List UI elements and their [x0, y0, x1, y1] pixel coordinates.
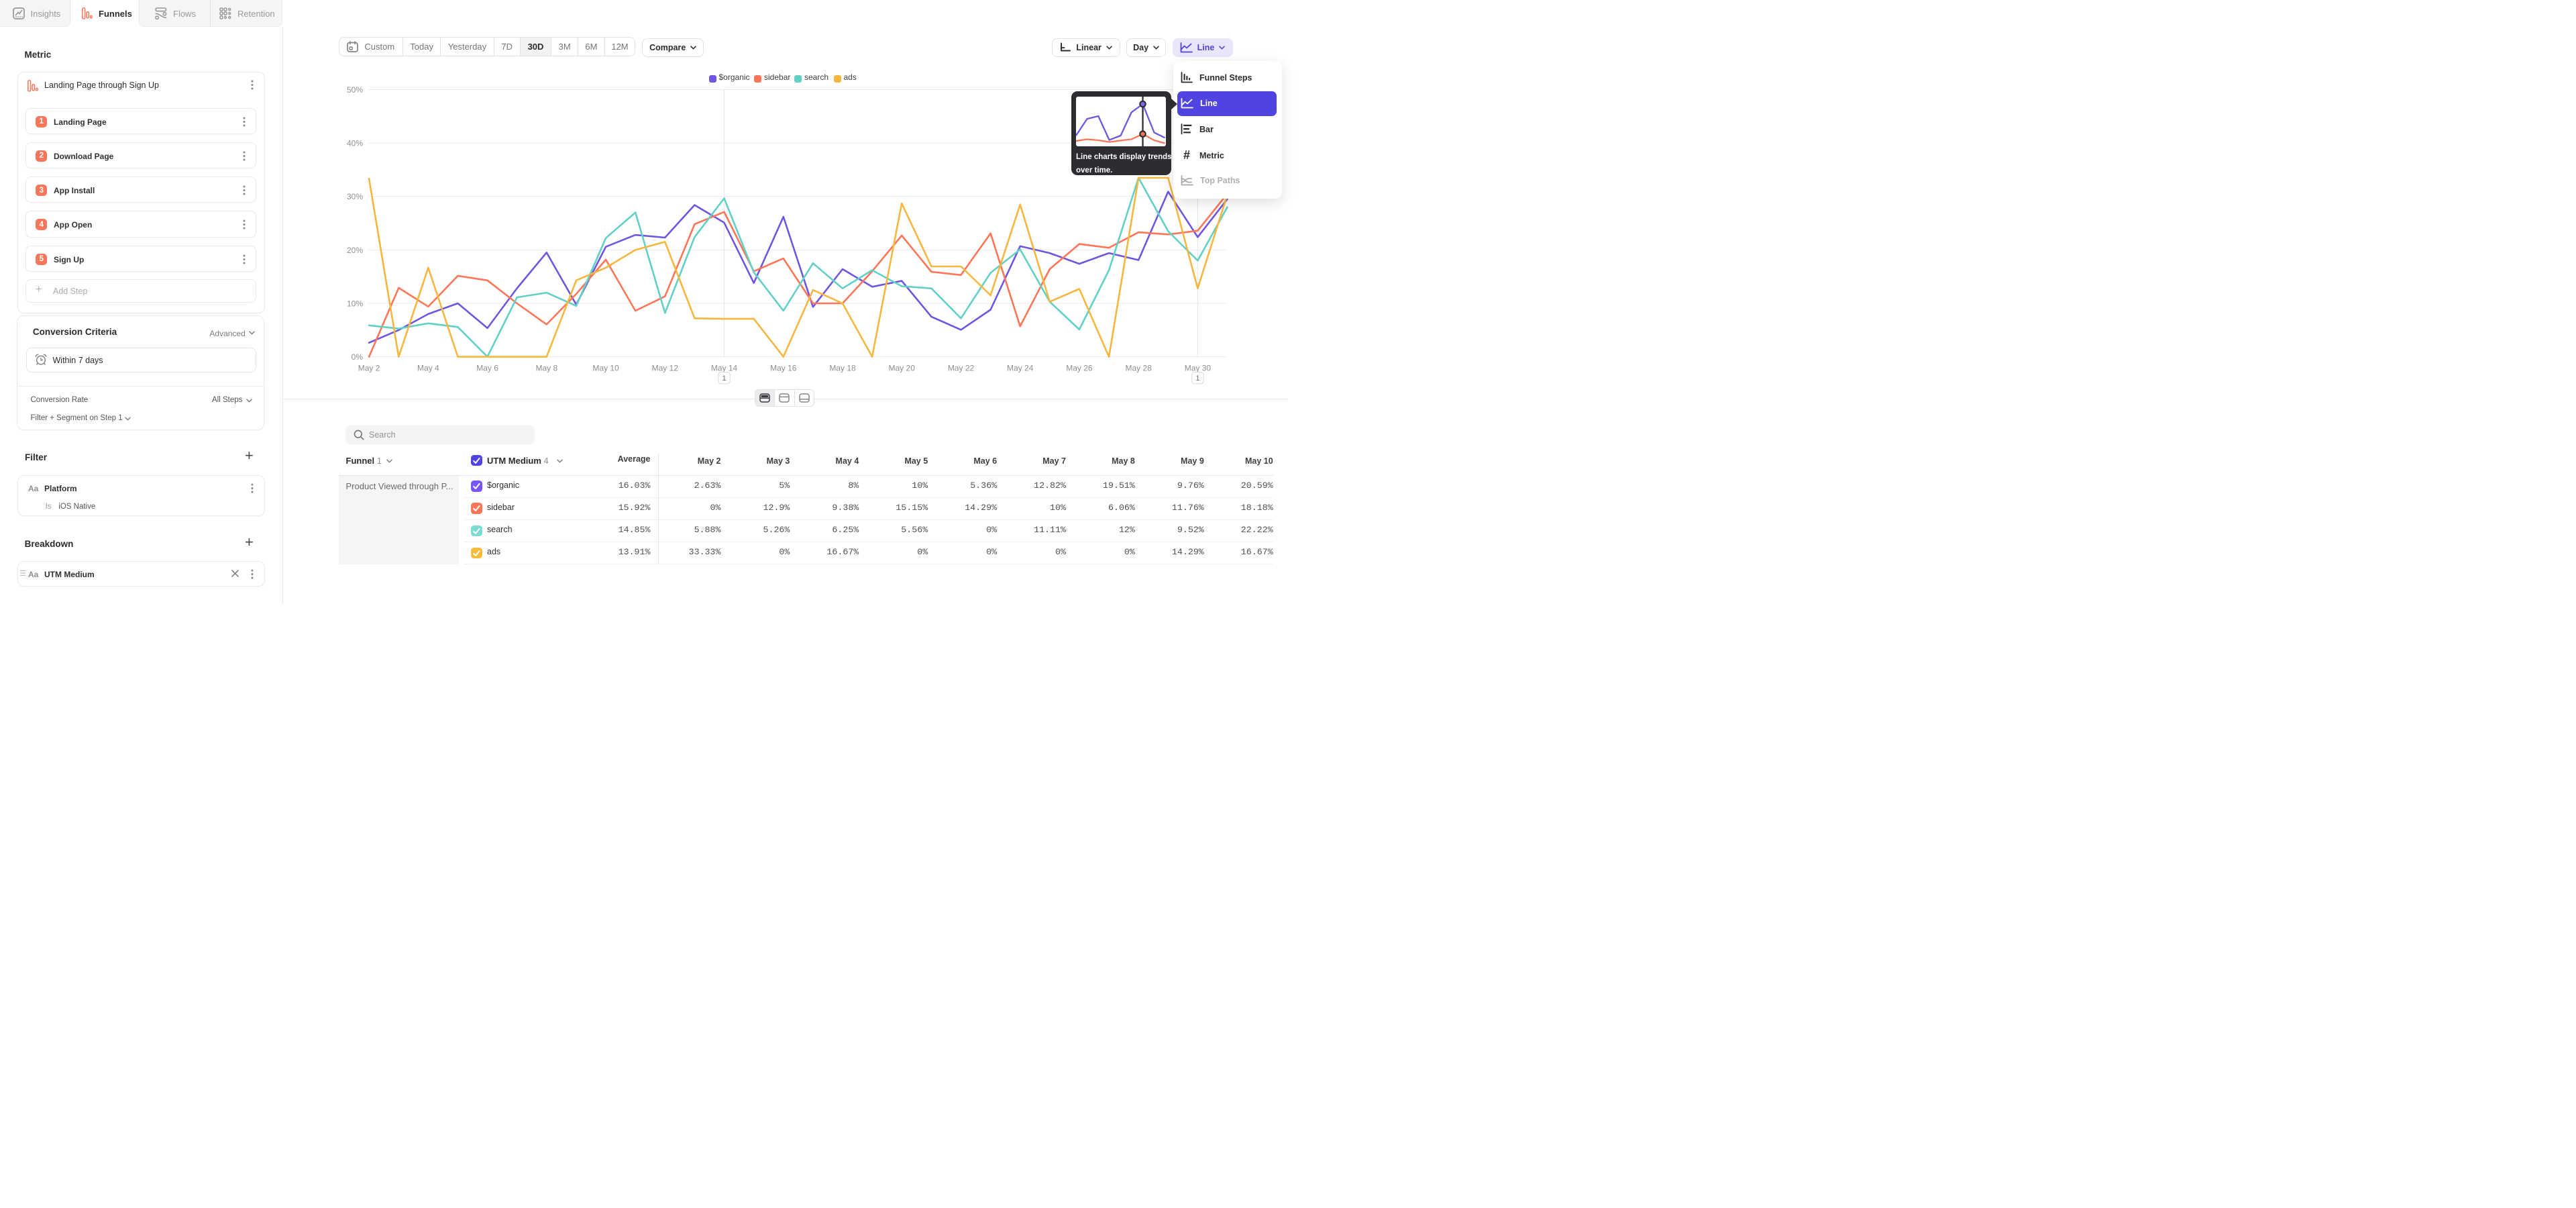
svg-text:May 20: May 20: [889, 364, 916, 373]
svg-text:30%: 30%: [347, 192, 363, 201]
svg-text:May 30: May 30: [1185, 364, 1212, 373]
svg-text:1: 1: [1195, 374, 1199, 383]
svg-text:May 28: May 28: [1126, 364, 1152, 373]
svg-text:May 4: May 4: [417, 364, 439, 373]
svg-text:May 12: May 12: [652, 364, 679, 373]
svg-text:0%: 0%: [352, 352, 364, 362]
svg-text:May 24: May 24: [1007, 364, 1034, 373]
svg-text:May 16: May 16: [770, 364, 797, 373]
svg-text:1: 1: [722, 374, 726, 383]
svg-text:May 18: May 18: [829, 364, 856, 373]
svg-text:May 26: May 26: [1066, 364, 1093, 373]
svg-text:May 6: May 6: [476, 364, 498, 373]
svg-text:50%: 50%: [347, 85, 363, 95]
svg-text:40%: 40%: [347, 139, 363, 148]
svg-text:May 8: May 8: [535, 364, 557, 373]
svg-text:May 22: May 22: [948, 364, 975, 373]
svg-text:May 14: May 14: [711, 364, 738, 373]
svg-text:10%: 10%: [347, 299, 363, 309]
svg-text:May 2: May 2: [358, 364, 380, 373]
svg-text:20%: 20%: [347, 246, 363, 255]
svg-text:May 10: May 10: [592, 364, 619, 373]
